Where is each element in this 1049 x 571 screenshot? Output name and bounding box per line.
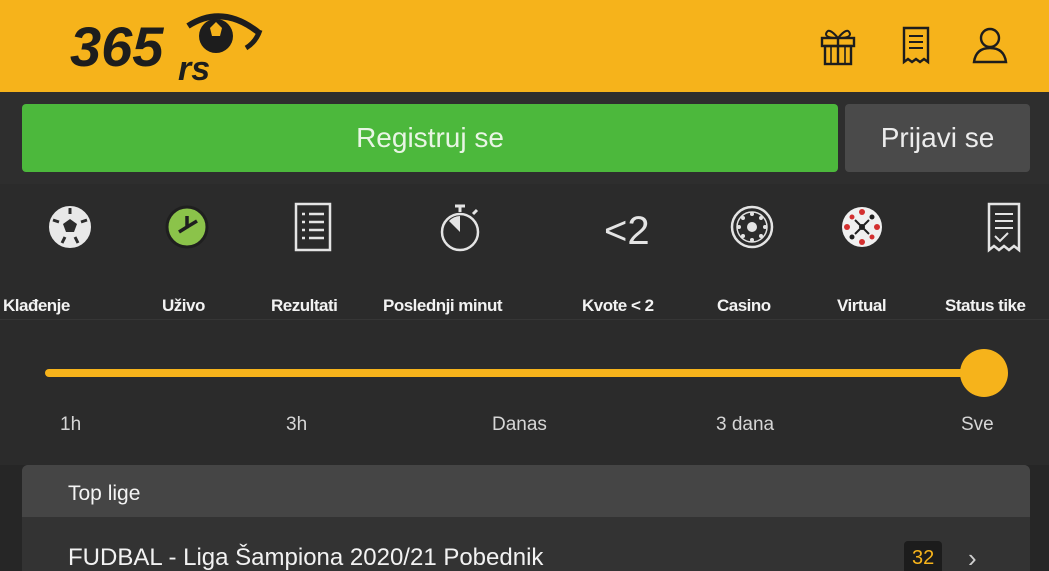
top-header: 365 rs (0, 0, 1049, 92)
nav-label: Status tike (945, 296, 1026, 315)
ticket-icon[interactable] (896, 22, 936, 68)
nav-label: Casino (717, 296, 771, 315)
tick-1h[interactable]: 1h (60, 414, 81, 436)
chevron-right-icon: › (968, 543, 977, 571)
time-filter: 1h 3h Danas 3 dana Sve (0, 320, 1049, 465)
time-slider-track[interactable] (45, 369, 985, 377)
soccer-ball-icon (45, 202, 95, 254)
main-nav: Klađenje Uživo Rezultati Poslednji minut… (0, 184, 1049, 320)
league-row[interactable]: FUDBAL - Liga Šampiona 2020/21 Pobednik … (22, 517, 1030, 571)
nav-label: Kvote < 2 (582, 296, 654, 315)
tick-3h[interactable]: 3h (286, 414, 307, 436)
nav-label: Klađenje (3, 296, 70, 315)
nav-label: Rezultati (271, 296, 338, 315)
svg-text:rs: rs (178, 50, 210, 86)
tick-danas[interactable]: Danas (492, 414, 547, 436)
auth-bar: Registruj se Prijavi se (0, 92, 1049, 184)
time-slider-thumb[interactable] (960, 349, 1008, 397)
register-button[interactable]: Registruj se (22, 104, 838, 172)
login-button[interactable]: Prijavi se (845, 104, 1030, 172)
top-leagues-header: Top lige (22, 465, 1030, 517)
virtual-ball-icon (837, 202, 887, 254)
page: 365 rs Registruj se Prijavi se Klađenje … (0, 0, 1049, 571)
ticket-status-icon (981, 202, 1031, 254)
user-icon[interactable] (970, 22, 1010, 68)
stopwatch-icon (435, 202, 485, 254)
top-leagues-panel: Top lige FUDBAL - Liga Šampiona 2020/21 … (22, 465, 1030, 571)
tick-sve[interactable]: Sve (961, 414, 994, 436)
less-than-two-icon: <2 (604, 202, 664, 254)
list-icon (288, 202, 338, 254)
top-leagues-title: Top lige (68, 482, 141, 505)
nav-label: Uživo (162, 296, 205, 315)
tick-3-dana[interactable]: 3 dana (716, 414, 774, 436)
logo[interactable]: 365 rs (70, 8, 270, 88)
clock-icon (162, 202, 212, 254)
league-name: FUDBAL - Liga Šampiona 2020/21 Pobednik (68, 544, 544, 571)
svg-text:365: 365 (70, 15, 164, 78)
league-count-badge: 32 (904, 541, 943, 571)
nav-label: Poslednji minut (383, 296, 503, 315)
svg-text:<2: <2 (604, 209, 650, 253)
roulette-icon (727, 202, 777, 254)
gift-icon[interactable] (818, 22, 858, 68)
nav-label: Virtual (837, 296, 887, 315)
